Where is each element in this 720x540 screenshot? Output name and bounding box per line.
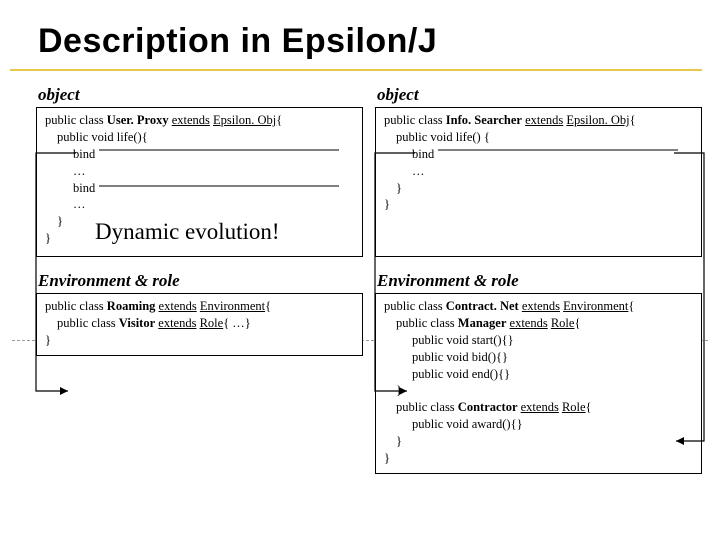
code-line: public class Contractor extends Role{: [384, 399, 693, 416]
code-line: }: [384, 180, 693, 197]
t: Role: [551, 316, 575, 330]
code-line: public void life(){: [45, 129, 354, 146]
t: public class: [384, 113, 446, 127]
t: extends: [172, 113, 210, 127]
code-line: public class Manager extends Role{: [384, 315, 693, 332]
t: Environment: [200, 299, 265, 313]
t: Epsilon. Obj: [566, 113, 629, 127]
t: Manager: [458, 316, 507, 330]
code-line: public void bid(){}: [384, 349, 693, 366]
columns: object public class User. Proxy extends …: [0, 77, 720, 476]
code-line: bind: [384, 146, 693, 163]
t: {: [276, 113, 282, 127]
code-line: bind: [45, 146, 354, 163]
t: User. Proxy: [107, 113, 169, 127]
t: {: [265, 299, 271, 313]
code-line: public void award(){}: [384, 416, 693, 433]
t: Role: [200, 316, 224, 330]
code-line: public void end(){}: [384, 366, 693, 383]
t: extends: [521, 400, 559, 414]
dynamic-evolution-label: Dynamic evolution!: [95, 216, 280, 247]
t: Visitor: [119, 316, 155, 330]
t: extends: [159, 299, 197, 313]
t: public class: [384, 299, 446, 313]
t: extends: [525, 113, 563, 127]
t: Roaming: [107, 299, 156, 313]
left-env-box: public class Roaming extends Environment…: [36, 293, 363, 356]
t: {: [574, 316, 580, 330]
code-line: public void life() {: [384, 129, 693, 146]
left-object-box: public class User. Proxy extends Epsilon…: [36, 107, 363, 257]
code-line: public class Info. Searcher extends Epsi…: [384, 112, 693, 129]
t: {: [586, 400, 592, 414]
right-column: object public class Info. Searcher exten…: [375, 81, 702, 476]
t: public class: [45, 299, 107, 313]
t: Environment: [563, 299, 628, 313]
env-role-label-right: Environment & role: [377, 271, 702, 291]
t: Contractor: [458, 400, 518, 414]
t: public class: [45, 113, 107, 127]
code-line: …: [45, 163, 354, 180]
t: { …}: [223, 316, 251, 330]
right-object-box: public class Info. Searcher extends Epsi…: [375, 107, 702, 257]
t: {: [630, 113, 636, 127]
code-line: …: [384, 163, 693, 180]
code-line: public void start(){}: [384, 332, 693, 349]
t: Contract. Net: [446, 299, 519, 313]
t: extends: [510, 316, 548, 330]
t: {: [628, 299, 634, 313]
t: Info. Searcher: [446, 113, 522, 127]
code-line: }: [45, 332, 354, 349]
code-line: }: [384, 450, 693, 467]
code-line: …: [45, 196, 354, 213]
code-line: public class Visitor extends Role{ …}: [45, 315, 354, 332]
t: Epsilon. Obj: [213, 113, 276, 127]
page-title: Description in Epsilon/J: [10, 0, 702, 71]
t: public class: [396, 400, 458, 414]
t: extends: [522, 299, 560, 313]
t: Role: [562, 400, 586, 414]
object-label-right: object: [377, 85, 702, 105]
object-label-left: object: [38, 85, 363, 105]
code-line: bind: [45, 180, 354, 197]
right-env-box: public class Contract. Net extends Envir…: [375, 293, 702, 474]
env-role-label-left: Environment & role: [38, 271, 363, 291]
code-line: public class Roaming extends Environment…: [45, 298, 354, 315]
t: public class: [57, 316, 119, 330]
t: public class: [396, 316, 458, 330]
left-column: object public class User. Proxy extends …: [36, 81, 363, 476]
code-line: public class Contract. Net extends Envir…: [384, 298, 693, 315]
code-line: public class User. Proxy extends Epsilon…: [45, 112, 354, 129]
t: extends: [158, 316, 196, 330]
code-line: }: [384, 433, 693, 450]
code-line: }: [384, 382, 693, 399]
code-line: }: [384, 196, 693, 213]
